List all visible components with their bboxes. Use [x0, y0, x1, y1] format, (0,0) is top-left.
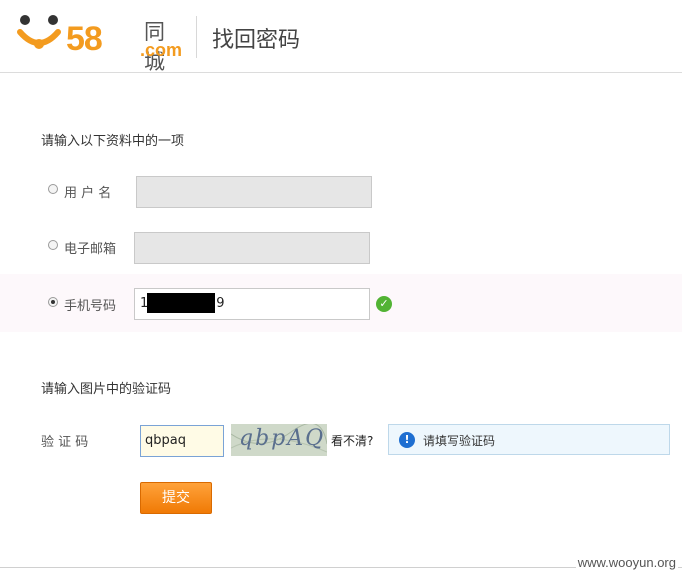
page-header: 58 同城 .com 找回密码 [0, 0, 682, 74]
logo-com-text: .com [140, 40, 183, 60]
captcha-image[interactable]: qbpAQ [231, 424, 327, 456]
smiley-logo-icon [17, 15, 61, 49]
section-label-account: 请输入以下资料中的一项 [41, 134, 185, 149]
site-logo[interactable]: 58 同城 .com [16, 10, 183, 74]
captcha-tip-text: 请填写验证码 [423, 434, 496, 448]
captcha-tip: ! 请填写验证码 [388, 424, 670, 455]
email-radio[interactable] [48, 240, 58, 250]
logo-number: 58 [66, 20, 103, 58]
username-input[interactable] [136, 176, 372, 208]
submit-button[interactable]: 提交 [140, 482, 212, 514]
check-success-icon: ✓ [376, 296, 392, 312]
phone-radio[interactable] [48, 297, 58, 307]
header-divider [196, 16, 197, 58]
watermark: www.wooyun.org [575, 555, 678, 570]
captcha-image-text: qbpAQ [239, 426, 326, 451]
phone-suffix: 9 [216, 296, 225, 311]
captcha-input[interactable]: qbpaq [140, 425, 224, 457]
username-label: 用 户 名 [64, 186, 112, 201]
phone-label: 手机号码 [64, 299, 117, 314]
email-input[interactable] [134, 232, 370, 264]
username-radio[interactable] [48, 184, 58, 194]
email-label: 电子邮箱 [64, 242, 117, 257]
redaction-bar [147, 293, 215, 313]
info-icon: ! [399, 432, 415, 448]
captcha-refresh-link[interactable]: 看不清? [331, 432, 373, 449]
page-title: 找回密码 [212, 28, 301, 53]
captcha-label: 验 证 码 [41, 435, 89, 450]
section-label-captcha: 请输入图片中的验证码 [41, 382, 172, 397]
